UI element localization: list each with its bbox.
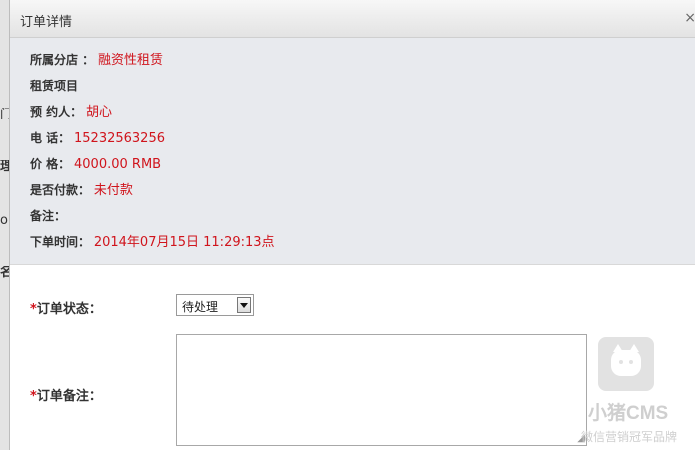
info-label: 是否付款：: [30, 183, 91, 197]
watermark-logo-icon: [598, 337, 654, 391]
info-row-branch: 所属分店 ： 融资性租赁: [30, 52, 163, 69]
order-status-value: 待处理: [182, 300, 219, 314]
info-value: 2014年07月15日 11:29:13点: [93, 235, 275, 250]
info-value: 15232563256: [74, 131, 165, 146]
info-value: 胡心: [86, 105, 113, 120]
info-row-customer: 预 约人： 胡心: [30, 104, 112, 121]
dialog-title: 订单详情: [20, 15, 73, 30]
info-row-order-time: 下单时间： 2014年07月15日 11:29:13点: [30, 234, 275, 251]
order-remark-label: *订单备注：: [30, 385, 102, 404]
close-icon[interactable]: ×: [684, 10, 695, 26]
order-detail-dialog: 订单详情 × 所属分店 ： 融资性租赁 租赁项目 预 约人： 胡心 电 话： 1…: [9, 0, 695, 450]
info-label: 备注：: [30, 209, 67, 223]
info-row-note: 备注：: [30, 208, 66, 225]
order-remark-label-text: 订单备注：: [36, 389, 102, 404]
info-label: 下单时间：: [30, 235, 91, 249]
info-row-phone: 电 话： 15232563256: [30, 130, 165, 147]
info-row-project: 租赁项目: [30, 78, 78, 95]
info-label: 预 约人：: [30, 105, 83, 119]
info-row-price: 价 格： 4000.00 RMB: [30, 156, 161, 173]
order-info-panel: 所属分店 ： 融资性租赁 租赁项目 预 约人： 胡心 电 话： 15232563…: [10, 38, 695, 265]
order-status-label-text: 订单状态：: [36, 302, 102, 317]
info-label: 价 格：: [30, 157, 71, 171]
info-value: 4000.00 RMB: [74, 157, 162, 172]
info-label: 租赁项目: [30, 79, 79, 93]
dialog-titlebar: 订单详情 ×: [10, 0, 695, 38]
info-value: 未付款: [93, 183, 133, 198]
info-label: 电 话：: [30, 131, 71, 145]
order-remark-textarea[interactable]: ◢: [176, 334, 587, 446]
watermark-brand: 小猪CMS: [588, 403, 669, 424]
required-mark: *: [30, 302, 37, 317]
chevron-down-icon[interactable]: [237, 297, 251, 313]
watermark-slogan: 微信营销冠军品牌: [581, 430, 678, 444]
order-status-select[interactable]: 待处理: [176, 294, 254, 316]
required-mark: *: [30, 389, 37, 404]
info-label: 所属分店 ：: [30, 53, 95, 67]
info-row-payment: 是否付款： 未付款: [30, 182, 133, 199]
info-value: 融资性租赁: [98, 53, 164, 68]
order-status-label: *订单状态：: [30, 298, 102, 317]
